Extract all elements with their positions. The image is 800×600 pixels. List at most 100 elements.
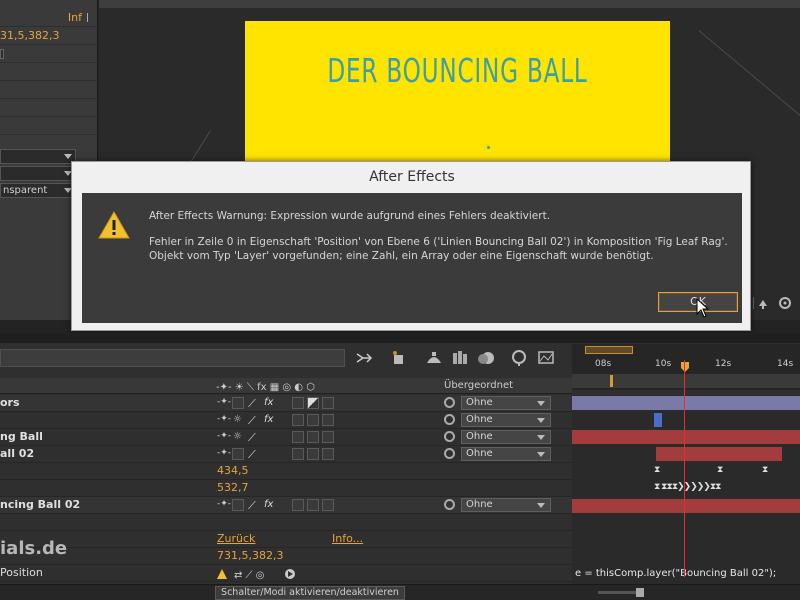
info-link[interactable]: Info... — [332, 532, 363, 545]
layer-duration-bar[interactable] — [572, 396, 800, 410]
motion-blur-switch[interactable] — [292, 499, 304, 511]
time-ruler[interactable]: 08s 10s 12s 14s — [572, 344, 800, 390]
keyframe-group[interactable]: ⧗ ⧗⧗⧗❯❯❯❯❯⧗⧗ — [654, 482, 721, 492]
fx-switch-icon[interactable]: fx — [264, 414, 276, 426]
expression-row[interactable]: Position ⇄ ⟋ ◎ — [0, 565, 572, 582]
shy-switch-icon[interactable]: -✦- — [217, 499, 231, 511]
layer-row[interactable]: ors -✦- ⟋ fx Ohne — [0, 395, 572, 412]
pickwhip-icon[interactable] — [444, 431, 455, 442]
time-navigator[interactable] — [572, 374, 800, 388]
layer-duration-bar[interactable] — [654, 413, 662, 427]
collapse-switch[interactable] — [232, 397, 244, 409]
motion-blur-switch[interactable] — [292, 414, 304, 426]
layer-name[interactable]: all 02 — [0, 447, 34, 460]
quality-switch-icon[interactable]: ⟋ — [248, 397, 260, 410]
property-row[interactable]: 532,7 — [0, 480, 572, 497]
layer-row[interactable]: -✦- ☼ ⟋ fx Ohne — [0, 412, 572, 429]
position-value[interactable]: 731,5,382,3 — [217, 549, 283, 562]
parent-dropdown[interactable]: Ohne — [461, 498, 551, 512]
layer-row[interactable]: ng Ball -✦- ☼ ⟋ Ohne — [0, 429, 572, 446]
info-label[interactable]: Inf — [68, 11, 82, 24]
parent-dropdown[interactable]: Ohne — [461, 396, 551, 410]
current-time-indicator-icon[interactable] — [680, 361, 690, 373]
pickwhip-icon[interactable] — [444, 448, 455, 459]
quality-switch-icon[interactable]: ⟋ — [248, 431, 260, 444]
graph-editor-icon[interactable] — [537, 349, 555, 367]
work-area-bar[interactable] — [585, 346, 633, 354]
mouse-cursor-icon — [696, 298, 710, 318]
parent-dropdown[interactable]: Ohne — [461, 430, 551, 444]
draft-3d-icon[interactable] — [390, 349, 408, 367]
parent-dropdown[interactable]: Ohne — [461, 413, 551, 427]
3d-layer-switch[interactable] — [322, 499, 334, 511]
3d-layer-switch[interactable] — [322, 414, 334, 426]
composition-canvas[interactable]: DER BOUNCING BALL — [245, 21, 670, 161]
graph-editor-search-icon[interactable] — [510, 349, 528, 367]
property-row[interactable]: 731,5,382,3 — [0, 548, 572, 565]
position-property-label[interactable]: Position — [0, 566, 43, 579]
pickwhip-icon[interactable] — [444, 397, 455, 408]
motion-blur-switch[interactable] — [292, 448, 304, 460]
y-position-value[interactable]: 532,7 — [217, 481, 249, 494]
flowchart-icon[interactable] — [749, 292, 799, 314]
keyframe-icon[interactable]: ⧗ — [762, 465, 768, 475]
keyframe-icon[interactable]: ⧗ — [654, 465, 660, 475]
fx-switch-icon[interactable]: fx — [264, 397, 276, 409]
quality-switch-icon[interactable]: ⟋ — [248, 448, 260, 461]
shy-switch-icon[interactable]: -✦- — [217, 431, 231, 443]
layer-track-area[interactable]: ⧗ ⧗ ⧗ ⧗ ⧗⧗⧗❯❯❯❯❯⧗⧗ — [572, 395, 800, 585]
adjustment-switch[interactable] — [307, 431, 319, 443]
frame-blending-icon[interactable] — [451, 349, 469, 367]
fx-switch-icon[interactable]: fx — [264, 499, 276, 511]
property-row[interactable]: 434,5 — [0, 463, 572, 480]
adjustment-layer-icon[interactable] — [307, 397, 319, 409]
quality-switch-icon[interactable]: ⟋ — [248, 499, 260, 512]
quality-switch-icon[interactable]: ⟋ — [248, 414, 260, 427]
bouncing-ball — [487, 146, 490, 149]
motion-blur-switch[interactable] — [292, 431, 304, 443]
x-position-value[interactable]: 434,5 — [217, 464, 249, 477]
collapse-switch[interactable] — [232, 499, 244, 511]
layer-row[interactable]: all 02 -✦- ⟋ Ohne — [0, 446, 572, 463]
adjustment-switch[interactable] — [307, 448, 319, 460]
expression-text[interactable]: e = thisComp.layer("Bouncing Ball 02"); — [575, 568, 776, 579]
property-row[interactable]: Zurück Info... — [0, 531, 572, 548]
pickwhip-icon[interactable] — [444, 414, 455, 425]
pickwhip-icon[interactable] — [444, 499, 455, 510]
layer-name[interactable]: ors — [0, 396, 20, 409]
work-area-start-handle[interactable] — [610, 375, 613, 387]
zoom-slider-handle[interactable] — [636, 588, 644, 597]
zurueck-link[interactable]: Zurück — [217, 532, 255, 545]
svg-text:-✦- ☀ ⟍ fx ▦ ◎ ◐ ⬡: -✦- ☀ ⟍ fx ▦ ◎ ◐ ⬡ — [216, 382, 315, 393]
continuous-rasterize-icon[interactable]: ☼ — [233, 414, 245, 426]
parent-dropdown[interactable]: Ohne — [461, 447, 551, 461]
layer-row[interactable]: ncing Ball 02 -✦- ⟋ fx Ohne — [0, 497, 572, 514]
keyframe-icon[interactable]: ⧗ — [717, 465, 723, 475]
collapse-switch[interactable] — [232, 448, 244, 460]
parent-value: Ohne — [466, 414, 493, 425]
layer-duration-bar[interactable] — [656, 447, 782, 461]
checkbox[interactable] — [0, 49, 4, 59]
motion-blur-icon[interactable] — [477, 349, 495, 367]
composition-flowchart-icon[interactable] — [355, 349, 373, 367]
continuous-rasterize-icon[interactable]: ☼ — [233, 431, 245, 443]
3d-layer-switch[interactable] — [322, 431, 334, 443]
layer-duration-bar[interactable] — [572, 430, 800, 444]
adjustment-switch[interactable] — [307, 414, 319, 426]
motion-blur-switch[interactable] — [292, 397, 304, 409]
3d-layer-switch[interactable] — [322, 448, 334, 460]
layer-duration-bar[interactable] — [572, 499, 800, 513]
position-value[interactable]: 31,5,382,3 — [0, 29, 59, 42]
shy-layers-icon[interactable] — [425, 349, 443, 367]
layer-search-input[interactable] — [0, 349, 345, 367]
dialog-body: After Effects Warnung: Expression wurde … — [82, 193, 742, 323]
zoom-slider[interactable] — [598, 591, 638, 594]
toggle-switches-modes-button[interactable]: Schalter/Modi aktivieren/deaktivieren — [215, 586, 405, 600]
layer-name[interactable]: ncing Ball 02 — [0, 498, 80, 511]
shy-switch-icon[interactable]: -✦- — [217, 414, 231, 426]
layer-name[interactable]: ng Ball — [0, 430, 43, 443]
shy-switch-icon[interactable]: -✦- — [217, 397, 231, 409]
shy-switch-icon[interactable]: -✦- — [217, 448, 231, 460]
adjustment-switch[interactable] — [307, 499, 319, 511]
3d-layer-switch[interactable] — [322, 397, 334, 409]
